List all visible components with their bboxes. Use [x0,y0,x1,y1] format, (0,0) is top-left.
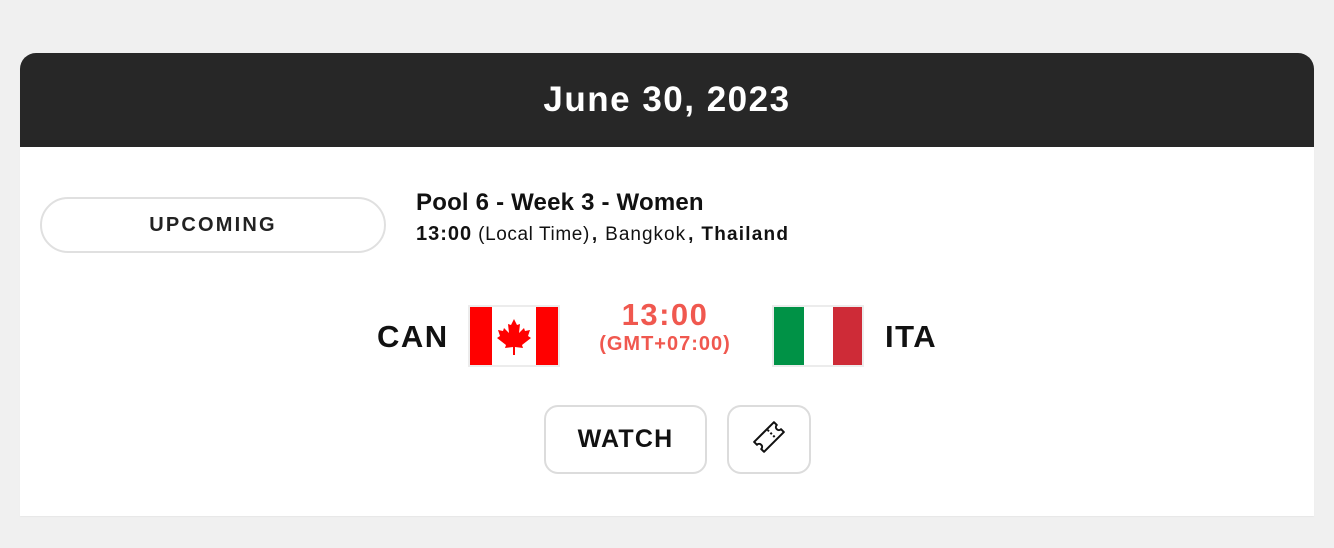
status-badge: UPCOMING [40,197,386,253]
meta-separator: , [688,224,694,245]
match-card: June 30, 2023 UPCOMING Pool 6 - Week 3 -… [20,53,1314,516]
match-meta: 13:00 (Local Time) , Bangkok , Thailand [416,223,789,246]
match-info: Pool 6 - Week 3 - Women 13:00 (Local Tim… [416,189,789,246]
ticket-icon [749,417,789,462]
venue-city: Bangkok [605,224,687,245]
date-header: June 30, 2023 [20,53,1314,147]
kickoff-time-value: 13:00 [621,297,709,332]
tickets-button[interactable] [727,405,811,474]
kickoff-time: 13:00 (GMT+07:00) [590,297,740,356]
canada-flag-icon [468,305,560,367]
teams-row: CAN 13:00 (GMT+07:00) ITA [20,297,1314,367]
actions-row: WATCH [20,405,1314,475]
home-team-code: CAN [377,319,449,354]
local-time: 13:00 [416,223,473,245]
kickoff-timezone: (GMT+07:00) [599,333,731,355]
away-team-code: ITA [885,319,938,354]
venue-country: Thailand [701,224,790,245]
watch-button[interactable]: WATCH [544,405,707,474]
match-title: Pool 6 - Week 3 - Women [416,189,704,216]
italy-flag-icon [772,305,864,367]
meta-separator: , [591,224,598,245]
match-date: June 30, 2023 [543,80,791,119]
local-time-label: (Local Time) [478,224,590,245]
